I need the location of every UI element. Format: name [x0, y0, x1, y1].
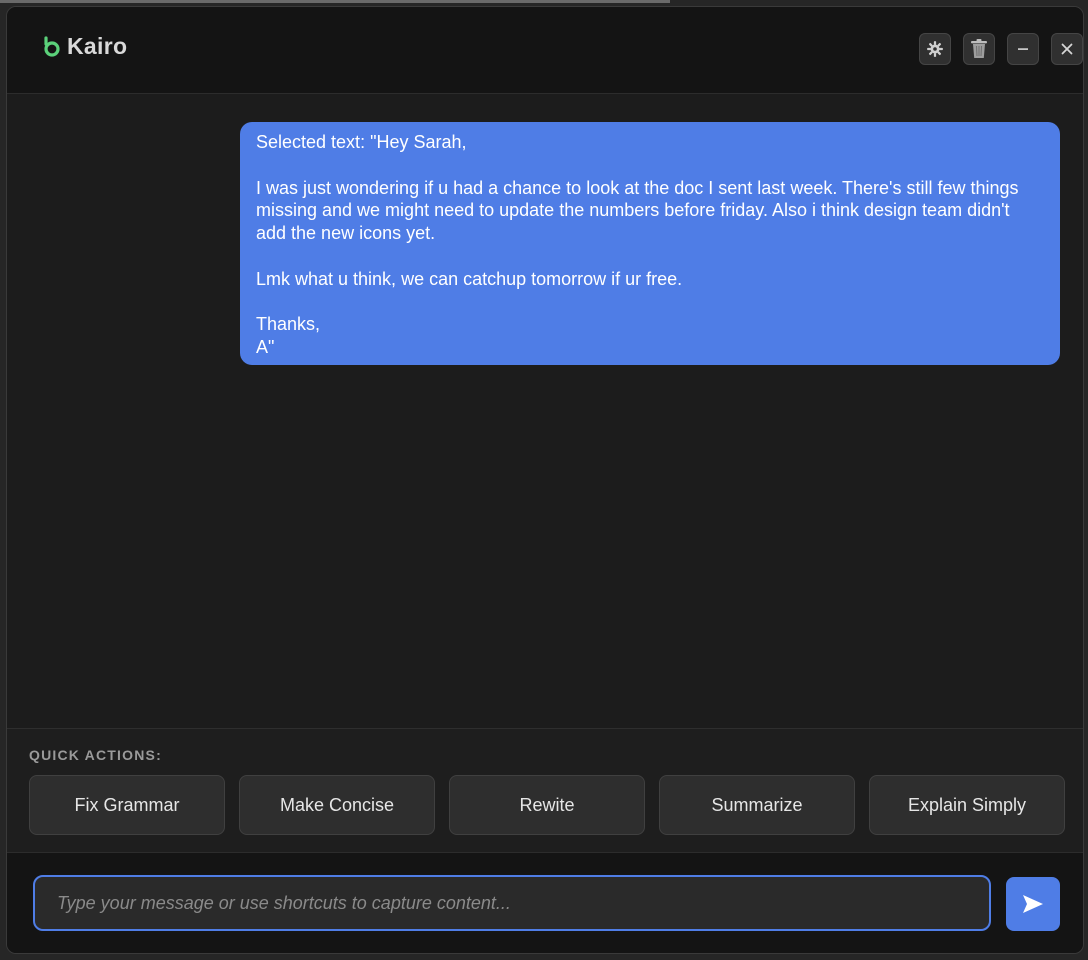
gear-icon [927, 41, 943, 57]
fix-grammar-button[interactable]: Fix Grammar [29, 775, 225, 835]
quick-actions-label: QUICK ACTIONS: [29, 747, 162, 763]
rewrite-button[interactable]: Rewite [449, 775, 645, 835]
message-input[interactable] [33, 875, 991, 931]
minimize-button[interactable] [1007, 33, 1039, 65]
close-button[interactable] [1051, 33, 1083, 65]
send-arrow-icon [1023, 895, 1043, 913]
trash-icon [971, 39, 987, 58]
minimize-icon [1018, 48, 1028, 50]
make-concise-button[interactable]: Make Concise [239, 775, 435, 835]
brand: Kairo [41, 33, 127, 60]
title-bar[interactable]: Kairo [7, 7, 1083, 94]
summarize-button[interactable]: Summarize [659, 775, 855, 835]
chat-area[interactable]: Selected text: "Hey Sarah, I was just wo… [7, 94, 1083, 728]
clear-chat-button[interactable] [963, 33, 995, 65]
settings-button[interactable] [919, 33, 951, 65]
background-window-edge [0, 0, 670, 3]
quick-actions-panel: QUICK ACTIONS: Fix Grammar Make Concise … [7, 728, 1083, 853]
composer [7, 852, 1083, 953]
close-icon [1061, 43, 1073, 55]
logo-icon [44, 35, 60, 57]
app-window: Kairo Selected text: "Hey Sarah, I was j… [6, 6, 1084, 954]
user-message-bubble: Selected text: "Hey Sarah, I was just wo… [240, 122, 1060, 365]
send-button[interactable] [1006, 877, 1060, 931]
app-name: Kairo [67, 33, 128, 59]
explain-simply-button[interactable]: Explain Simply [869, 775, 1065, 835]
